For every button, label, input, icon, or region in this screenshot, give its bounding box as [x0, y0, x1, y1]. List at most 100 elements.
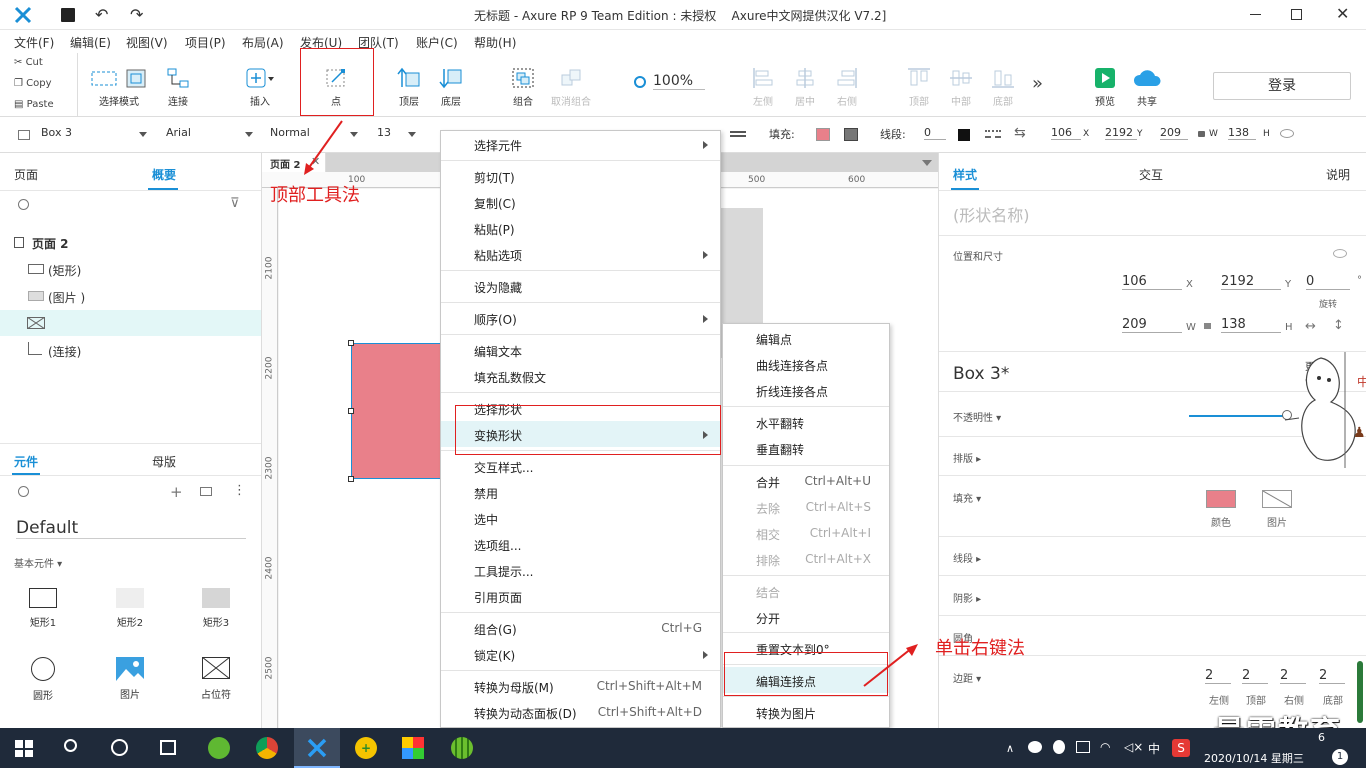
context-menu-item[interactable]: 粘贴(P) — [441, 215, 720, 241]
x-input[interactable]: 106 — [1051, 126, 1081, 140]
more-tools-icon[interactable]: » — [1032, 73, 1043, 94]
library-copy-icon[interactable] — [200, 487, 212, 496]
fit-height-icon[interactable]: ↕ — [1333, 318, 1344, 333]
outline-item-image[interactable]: (图片 ) — [48, 289, 85, 306]
context-menu-item[interactable]: 工具提示... — [441, 557, 720, 583]
widget-circle[interactable]: 圆形 — [18, 657, 68, 707]
outline-page[interactable]: 页面 2 — [32, 235, 69, 252]
y-input[interactable]: 2192 — [1105, 126, 1137, 140]
padding-bottom-field[interactable]: 2 — [1319, 668, 1345, 684]
clock-time[interactable]: 6 — [1318, 731, 1325, 744]
tabs-dropdown-icon[interactable] — [922, 160, 932, 166]
context-menu-item[interactable]: 转换为动态面板(D) Ctrl+Shift+Alt+D — [441, 699, 720, 725]
rotation-field[interactable]: 0 — [1306, 274, 1350, 290]
app-plus-icon[interactable]: + — [355, 737, 377, 759]
tab-pages[interactable]: 页面 — [14, 166, 38, 183]
shadow-title[interactable]: 阴影 ▸ — [953, 590, 981, 605]
context-menu-item[interactable]: 复制(C) — [441, 189, 720, 215]
menu-file[interactable]: 文件(F) — [14, 34, 54, 51]
minimize-icon[interactable] — [1250, 14, 1261, 15]
menu-layout[interactable]: 布局(A) — [242, 34, 284, 51]
menu-edit[interactable]: 编辑(E) — [70, 34, 111, 51]
context-menu-item[interactable]: 填充乱数假文 — [441, 363, 720, 389]
widget-image[interactable]: 图片 — [105, 657, 155, 707]
more-options-icon[interactable]: ⋮ — [233, 483, 246, 498]
visibility-icon[interactable] — [1333, 249, 1347, 258]
copy-button[interactable]: ❐ Copy — [0, 74, 77, 95]
send-bottom-button[interactable]: 底层 — [434, 67, 468, 108]
opacity-slider-track[interactable] — [1189, 415, 1287, 417]
outline-item-connector[interactable]: (连接) — [48, 343, 81, 360]
align-bottom-button[interactable]: 底部 — [988, 67, 1018, 108]
submenu-item[interactable]: 分开 — [723, 604, 889, 630]
network-tray-icon[interactable] — [1076, 741, 1090, 753]
menu-help[interactable]: 帮助(H) — [474, 34, 516, 51]
context-menu-item[interactable]: 选项组... — [441, 531, 720, 557]
close-icon[interactable]: ✕ — [1336, 4, 1349, 23]
context-menu-item[interactable]: 转换为母版(M) Ctrl+Shift+Alt+M — [441, 673, 720, 699]
search-taskbar-icon[interactable] — [64, 739, 77, 752]
tab-interactions[interactable]: 交互 — [1139, 166, 1163, 183]
redo-icon[interactable]: ↷ — [130, 5, 143, 24]
context-menu-item[interactable]: 粘贴选项 — [441, 241, 720, 267]
align-top-button[interactable]: 顶部 — [904, 67, 934, 108]
menu-project[interactable]: 项目(P) — [185, 34, 226, 51]
visibility-eye-icon[interactable] — [1280, 129, 1294, 138]
y-field[interactable]: 2192 — [1221, 274, 1281, 290]
outline-item-selected[interactable] — [0, 310, 261, 336]
ime-language[interactable]: 中 — [1148, 740, 1160, 757]
insert-button[interactable]: 插入 — [240, 67, 280, 108]
context-menu-item[interactable]: 交互样式... — [441, 453, 720, 479]
opacity-title[interactable]: 不透明性 ▾ — [953, 409, 1001, 424]
align-right-button[interactable]: 右侧 — [832, 67, 862, 108]
context-menu-item[interactable]: 组合(G) Ctrl+G — [441, 615, 720, 641]
notification-icon[interactable]: 1 — [1332, 749, 1348, 765]
line-pattern-icon[interactable] — [985, 130, 1001, 138]
sogou-ime-icon[interactable]: S — [1172, 739, 1190, 757]
align-middle-button[interactable]: 中部 — [946, 67, 976, 108]
tab-outline[interactable]: 概要 — [152, 166, 176, 183]
submenu-item[interactable]: 编辑点 — [723, 325, 889, 351]
qq-tray-icon[interactable] — [1053, 740, 1065, 754]
context-menu-item[interactable]: 选择元件 — [441, 131, 720, 157]
filter-icon[interactable]: ⊽ — [230, 196, 240, 211]
widget-rectangle3[interactable]: 矩形3 — [191, 585, 241, 635]
ungroup-button[interactable]: 取消组合 — [547, 67, 595, 108]
tab-widgets[interactable]: 元件 — [14, 453, 38, 470]
align-center-button[interactable]: 居中 — [790, 67, 820, 108]
line-style-icon[interactable] — [730, 131, 746, 137]
add-library-icon[interactable]: + — [170, 483, 183, 501]
context-menu-item[interactable]: 禁用 — [441, 479, 720, 505]
context-menu-item[interactable]: 编辑文本 — [441, 337, 720, 363]
paste-button[interactable]: ▤ Paste — [0, 95, 77, 116]
submenu-item[interactable]: 合并 Ctrl+Alt+U — [723, 468, 889, 494]
scrollbar[interactable] — [1357, 661, 1363, 723]
fill-color-button[interactable] — [1206, 490, 1236, 508]
context-menu-item[interactable]: 剪切(T) — [441, 163, 720, 189]
selected-box3-shape[interactable] — [351, 343, 451, 479]
bring-top-button[interactable]: 顶层 — [392, 67, 426, 108]
submenu-item[interactable]: 曲线连接各点 — [723, 351, 889, 377]
context-menu-item[interactable]: 设为隐藏 — [441, 273, 720, 299]
clock-date[interactable]: 2020/10/14 星期三 — [1204, 750, 1304, 766]
padding-right-field[interactable]: 2 — [1280, 668, 1306, 684]
volume-tray-icon[interactable]: ◁× — [1124, 740, 1143, 754]
line-title[interactable]: 线段 ▸ — [953, 550, 981, 565]
submenu-item[interactable]: 转换为图片 — [723, 699, 889, 725]
zoom-value[interactable]: 100% — [653, 73, 705, 90]
arrow-style-icon[interactable]: ⇆ — [1014, 125, 1026, 141]
w-input[interactable]: 209 — [1160, 126, 1188, 140]
fill-title[interactable]: 填充 ▾ — [953, 490, 981, 505]
wifi-tray-icon[interactable]: ◠ — [1100, 740, 1110, 754]
widget-rectangle2[interactable]: 矩形2 — [105, 585, 155, 635]
fill-image-button[interactable] — [1262, 490, 1292, 508]
app-colorful-icon[interactable] — [402, 737, 424, 759]
resize-handle[interactable] — [348, 340, 354, 346]
tab-masters[interactable]: 母版 — [152, 453, 176, 470]
cut-button[interactable]: ✂ Cut — [0, 53, 77, 74]
submenu-item[interactable]: 垂直翻转 — [723, 435, 889, 461]
search-icon[interactable] — [18, 199, 29, 210]
height-field[interactable]: 138 — [1221, 317, 1281, 333]
tray-up-icon[interactable]: ∧ — [1006, 742, 1014, 755]
submenu-item[interactable]: 水平翻转 — [723, 409, 889, 435]
